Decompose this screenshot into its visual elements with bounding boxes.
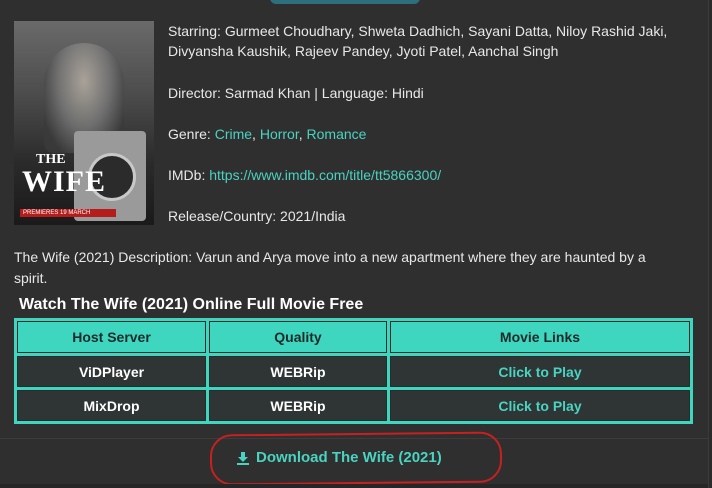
click-to-play-link[interactable]: Click to Play (390, 390, 690, 421)
release-country-line: Release/Country: 2021/India (168, 208, 346, 224)
column-host-server: Host Server (17, 321, 206, 353)
starring-line-2: Divyansha Kaushik, Rajeev Pandey, Jyoti … (168, 43, 559, 59)
column-quality: Quality (209, 321, 387, 353)
movie-panel: THE WIFE PREMIERES 19 MARCH Starring: Gu… (0, 0, 709, 488)
genre-line: Genre: Crime, Horror, Romance (168, 126, 367, 142)
host-server-cell: ViDPlayer (17, 356, 206, 387)
table-row: ViDPlayer WEBRip Click to Play (17, 356, 690, 387)
movie-poster: THE WIFE PREMIERES 19 MARCH (14, 21, 154, 225)
bottom-border (0, 484, 708, 488)
imdb-link[interactable]: https://www.imdb.com/title/tt5866300/ (209, 167, 441, 183)
column-movie-links: Movie Links (390, 321, 690, 353)
watch-section-title: Watch The Wife (2021) Online Full Movie … (19, 296, 364, 313)
director-language-line: Director: Sarmad Khan | Language: Hindi (168, 85, 424, 101)
download-label: Download The Wife (2021) (256, 449, 442, 466)
imdb-label: IMDb: (168, 167, 206, 183)
genre-link-crime[interactable]: Crime (215, 126, 252, 142)
host-server-cell: MixDrop (17, 390, 206, 421)
table-header-row: Host Server Quality Movie Links (17, 321, 690, 353)
click-to-play-link[interactable]: Click to Play (390, 356, 690, 387)
quality-cell: WEBRip (209, 356, 387, 387)
quality-cell: WEBRip (209, 390, 387, 421)
poster-premiere-date: PREMIERES 19 MARCH (20, 209, 116, 217)
movie-links-table: Host Server Quality Movie Links ViDPlaye… (14, 318, 693, 424)
table-row: MixDrop WEBRip Click to Play (17, 390, 690, 421)
download-button[interactable]: Download The Wife (2021) (236, 449, 442, 466)
starring-names-1: Gurmeet Choudhary, Shweta Dadhich, Sayan… (224, 23, 668, 39)
poster-title: THE WIFE (22, 153, 112, 197)
genre-link-horror[interactable]: Horror (260, 126, 299, 142)
genre-link-romance[interactable]: Romance (307, 126, 367, 142)
starring-label: Starring: (168, 23, 221, 39)
poster-title-wife: WIFE (22, 165, 107, 198)
genre-label: Genre: (168, 126, 211, 142)
download-icon (237, 451, 249, 465)
top-button-fragment[interactable] (270, 0, 420, 4)
imdb-line: IMDb: https://www.imdb.com/title/tt58663… (168, 165, 441, 185)
movie-description: The Wife (2021) Description: Varun and A… (14, 249, 646, 286)
starring-line: Starring: Gurmeet Choudhary, Shweta Dadh… (168, 21, 667, 41)
